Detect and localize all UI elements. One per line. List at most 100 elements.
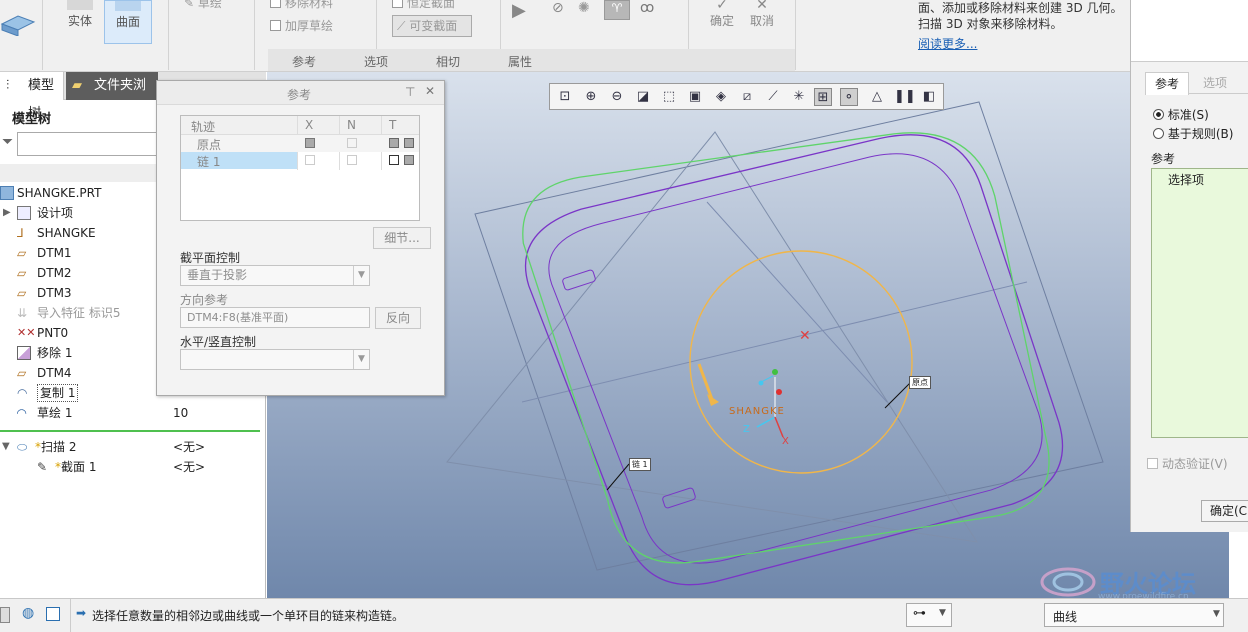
t-checkbox[interactable] (389, 155, 399, 165)
datum-display-icon[interactable]: ⟋ (764, 88, 782, 106)
tab-options[interactable]: 选项 (364, 53, 388, 70)
table-row[interactable]: 原点 (181, 135, 419, 152)
tab-folder-browser[interactable]: ▰ 文件夹浏览 (66, 72, 158, 121)
zoom-in-icon[interactable]: ⊕ (582, 88, 600, 106)
view-manager-icon[interactable]: ◈ (712, 88, 730, 106)
display-style-icon[interactable]: ⬚ (660, 88, 678, 106)
layout-icon[interactable] (0, 607, 10, 623)
direction-ref-field[interactable]: DTM4:F8(基准平面) (180, 307, 370, 328)
x-checkbox[interactable] (305, 138, 315, 148)
radio-empty-icon (1153, 128, 1164, 139)
chevron-down-icon[interactable]: ▼ (353, 350, 369, 369)
glasses-icon[interactable]: ꝏ (640, 0, 668, 20)
read-more-link[interactable]: 阅读更多... (918, 36, 1130, 52)
remove-material-toggle[interactable]: 移除材料 (270, 0, 333, 11)
watermark-logo: 野火论坛 www.proewildfire.cn (1040, 566, 1228, 602)
filter-icon[interactable]: ⏷ (2, 134, 13, 150)
t2-checkbox[interactable] (404, 155, 414, 165)
spin-center-icon[interactable]: ⊞ (814, 88, 832, 106)
t2-checkbox[interactable] (404, 138, 414, 148)
pin-icon[interactable]: ⊤ (405, 85, 415, 99)
tab-reference[interactable]: 参考 (1145, 72, 1189, 95)
col-x: X (305, 118, 314, 132)
ok-button[interactable]: 确定(C (1201, 500, 1248, 522)
tab-model-tree[interactable]: ⫶ 模型树 (0, 72, 64, 121)
cancel-button[interactable]: ✕ 取消 (744, 0, 780, 29)
preview-icon[interactable]: ✺ (578, 0, 598, 20)
play-icon[interactable]: ▶ (512, 0, 532, 21)
saved-views-icon[interactable]: ▣ (686, 88, 704, 106)
n-checkbox[interactable] (347, 155, 357, 165)
section-plane-select[interactable]: 垂直于投影 ▼ (180, 265, 370, 286)
watermark-swirl-icon (1040, 567, 1096, 597)
tab-properties[interactable]: 属性 (508, 53, 532, 70)
trajectory-table: 轨迹 X N T 原点 链 1 (180, 115, 420, 221)
origin-tag[interactable]: 链 1 (629, 458, 651, 471)
csys-icon: ⅃ (17, 226, 24, 240)
surface-button[interactable]: 曲面 (104, 0, 152, 44)
close-icon: ✕ (756, 0, 768, 13)
verify-icon[interactable]: ♈ (604, 0, 630, 20)
variable-section-button[interactable]: ⟋ 可变截面 (392, 15, 472, 37)
t-checkbox[interactable] (389, 138, 399, 148)
checkbox-box (1147, 458, 1158, 469)
tab-tangency[interactable]: 相切 (436, 53, 460, 70)
table-header (181, 116, 419, 135)
fullscreen-icon[interactable] (46, 607, 60, 621)
tree-item-section1[interactable]: ✎ *截面 1 <无> (0, 457, 266, 477)
flip-button[interactable]: 反向 (375, 307, 421, 329)
pause-animation-icon[interactable]: ❚❚ (894, 88, 916, 106)
part-icon (0, 186, 14, 200)
tab-reference[interactable]: 参考 (292, 53, 316, 70)
hv-control-select[interactable]: ▼ (180, 349, 370, 370)
tab-options[interactable]: 选项 (1193, 72, 1237, 94)
status-bar: ◍ ➡ 选择任意数量的相邻边或曲线或一个单环目的链来构造链。 ⊶ ▼ 曲线 ▼ (0, 598, 1248, 632)
undo-view-icon[interactable]: ◧ (920, 88, 938, 106)
reference-collector[interactable]: 选择项 (1151, 168, 1248, 438)
repaint-icon[interactable]: ◪ (634, 88, 652, 106)
constant-section-button[interactable]: 恒定截面 (392, 0, 455, 11)
confirm-button[interactable]: ✓ 确定 (704, 0, 740, 29)
collapse-icon[interactable]: ▼ (2, 437, 10, 457)
datum-plane-icon: ▱ (17, 266, 27, 280)
axis-z-label: Z (743, 424, 750, 435)
direction-ref-label: 方向参考 (180, 293, 229, 307)
surface-icon (115, 1, 141, 11)
import-icon: ⇊ (17, 306, 28, 320)
expand-icon[interactable]: ▶ (3, 203, 11, 223)
help-text: 面、添加或移除材料来创建 3D 几何。 扫描 3D 对象来移除材料。 阅读更多.… (918, 0, 1130, 52)
chevron-down-icon[interactable]: ▼ (353, 266, 369, 285)
section-sketch-icon: ✎ (37, 460, 48, 474)
sketch-button[interactable]: ✎ 草绘 (184, 0, 244, 11)
radio-rule-based[interactable]: 基于规则(B) (1153, 125, 1233, 142)
dynamic-verify-checkbox[interactable]: 动态验证(V) (1147, 455, 1228, 472)
find-button[interactable]: ⊶ ▼ (906, 603, 952, 627)
help-area (1131, 0, 1248, 62)
tree-item-sketch1[interactable]: ◜◝ 草绘 1 10 (0, 403, 266, 423)
svg-text:✕: ✕ (799, 328, 811, 344)
perspective-icon[interactable]: ⧄ (738, 88, 756, 106)
close-icon[interactable]: ✕ (425, 84, 435, 98)
insert-indicator[interactable] (0, 430, 260, 432)
tree-search-input[interactable] (17, 132, 157, 156)
csys-label: SHANGKE (729, 406, 785, 417)
zoom-out-icon[interactable]: ⊖ (608, 88, 626, 106)
radio-standard[interactable]: 标准(S) (1153, 106, 1209, 123)
chain-tag[interactable]: 原点 (909, 376, 931, 389)
point-display-icon[interactable]: △ (868, 88, 886, 106)
selection-filter[interactable]: 曲线 ▼ (1044, 603, 1224, 627)
annotation-icon[interactable]: ✳ (790, 88, 808, 106)
browser-icon[interactable]: ◍ (22, 605, 34, 621)
table-row[interactable]: 链 1 (181, 152, 419, 169)
solid-button[interactable]: 实体 (60, 0, 100, 44)
thicken-sketch-checkbox[interactable]: 加厚草绘 (270, 17, 333, 34)
design-item-icon (17, 206, 31, 220)
details-button[interactable]: 细节... (373, 227, 431, 249)
csys-display-icon[interactable]: ⚬ (840, 88, 858, 106)
pause-icon[interactable]: ⊘ (552, 0, 568, 20)
reference-label: 参考 (1151, 152, 1176, 166)
x-checkbox[interactable] (305, 155, 315, 165)
tree-item-sweep2[interactable]: ▼ ⬭ *扫描 2 <无> (0, 437, 266, 457)
n-checkbox[interactable] (347, 138, 357, 148)
zoom-fit-icon[interactable]: ⊡ (556, 88, 574, 106)
